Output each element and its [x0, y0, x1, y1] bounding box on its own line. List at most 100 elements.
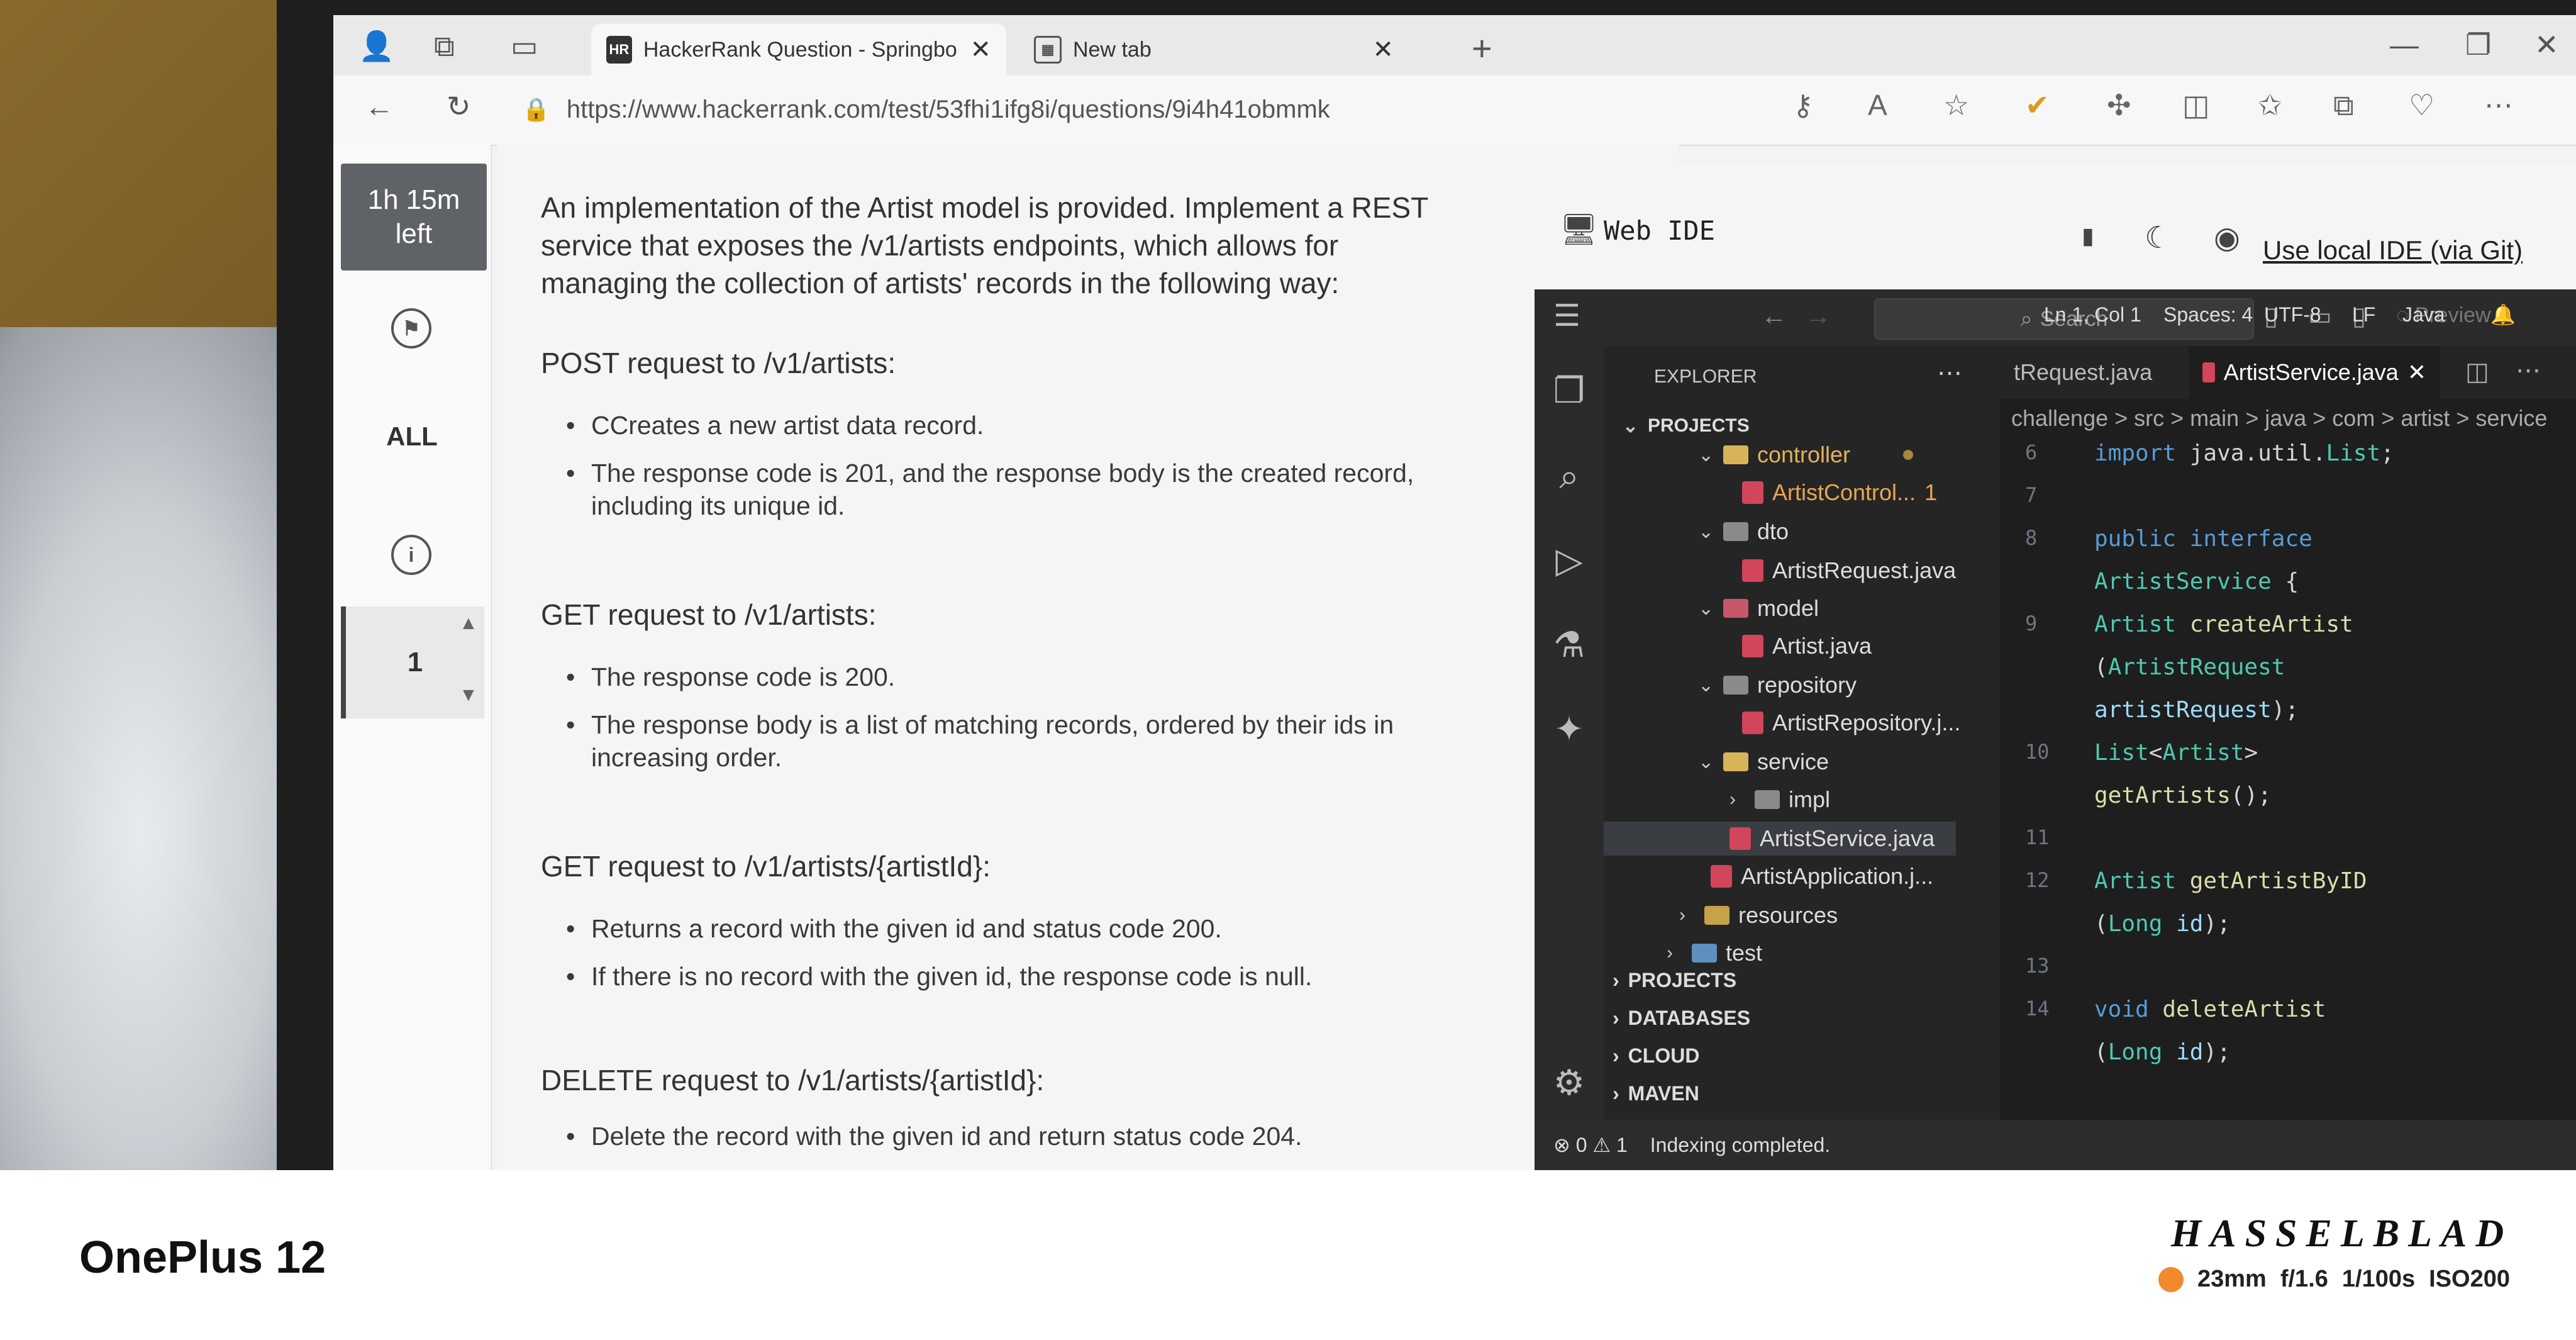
restore-icon[interactable]: ❐ — [2465, 28, 2491, 62]
back-icon[interactable]: ← — [365, 89, 394, 123]
section-list: Delete the record with the given id and … — [566, 1120, 1459, 1168]
editor-more-icon[interactable]: ⋯ — [2516, 356, 2541, 385]
folder-open-icon — [1723, 599, 1748, 618]
breadcrumb[interactable]: challenge > src > main > java > com > ar… — [2011, 405, 2547, 432]
section-projects[interactable]: › PROJECTS — [1613, 964, 1736, 997]
tree-item-repository[interactable]: ⌄ repository — [1698, 668, 1857, 702]
status-message: Indexing completed. — [1650, 1133, 1831, 1156]
tree-item-controller[interactable]: ⌄ controller — [1698, 438, 1914, 472]
editor-tab-artist-request[interactable]: tRequest.java — [2000, 346, 2182, 399]
tree-label: Artist.java — [1772, 633, 1872, 659]
tree-item-dto[interactable]: ⌄ dto — [1698, 515, 1789, 549]
close-tab-icon[interactable]: ✕ — [1372, 35, 1394, 64]
browser-essentials-icon[interactable]: ♡ — [2409, 88, 2434, 122]
line-ending[interactable]: LF — [2352, 289, 2375, 340]
refresh-icon[interactable]: ↻ — [447, 89, 471, 123]
tree-item-artist-repository[interactable]: ArtistRepository.j... — [1742, 706, 1960, 740]
chevron-down-icon: ⌄ — [1698, 598, 1714, 619]
star-icon[interactable]: ☆ — [1943, 88, 1969, 122]
tree-label: model — [1757, 595, 1819, 621]
tab-hackerrank[interactable]: HR HackerRank Question - Springbo ✕ — [591, 24, 1006, 75]
minimize-icon[interactable]: — — [2390, 28, 2419, 62]
tab-actions-icon[interactable]: ▭ — [511, 29, 538, 63]
laptop-screen: 👤 ⧉ ▭ HR HackerRank Question - Springbo … — [333, 15, 2576, 1170]
split-screen-icon[interactable]: ◫ — [2182, 88, 2209, 122]
encoding[interactable]: UTF-8 — [2264, 289, 2321, 340]
key-icon[interactable]: ⚷ — [1792, 88, 1814, 122]
flag-icon[interactable]: ⚑ — [391, 308, 431, 349]
split-editor-icon[interactable]: ◫ — [2465, 357, 2489, 386]
section-label: DATABASES — [1628, 1006, 1751, 1029]
list-item: Delete the record with the given id and … — [566, 1120, 1459, 1153]
info-icon[interactable]: i — [391, 535, 431, 575]
use-local-ide-link[interactable]: Use local IDE (via Git) — [2263, 235, 2523, 265]
menu-icon[interactable]: ☰ — [1553, 298, 1580, 333]
editor-tab-label: ArtistService.java — [2223, 359, 2399, 385]
tree-item-artist-service[interactable]: ArtistService.java — [1604, 822, 1956, 856]
cursor-position[interactable]: Ln 1, Col 1 — [2044, 289, 2141, 340]
orange-dot-icon — [2158, 1266, 2184, 1292]
tree-item-model[interactable]: ⌄ model — [1698, 591, 1819, 625]
line-number: 9 — [2025, 611, 2038, 635]
section-list: The response code is 200. The response b… — [566, 661, 1459, 789]
close-tab-icon[interactable]: ✕ — [2407, 359, 2426, 386]
tree-item-artist[interactable]: Artist.java — [1742, 629, 1872, 663]
chevron-down-icon: ⌄ — [1698, 674, 1714, 696]
tree-item-resources[interactable]: › resources — [1679, 898, 1838, 932]
favorites-icon[interactable]: ✩ — [2258, 88, 2282, 122]
run-debug-icon[interactable]: ▷ — [1547, 539, 1591, 583]
java-file-icon — [1742, 559, 1763, 582]
collections-icon[interactable]: ⧉ — [2333, 88, 2354, 123]
tree-item-impl[interactable]: › impl — [1729, 783, 1830, 817]
java-file-icon — [1742, 635, 1763, 657]
workspaces-icon[interactable]: ⧉ — [434, 29, 455, 64]
checkmark-extension-icon[interactable]: ✔ — [2025, 88, 2050, 122]
editor-tab-artist-service[interactable]: ArtistService.java ✕ — [2189, 346, 2440, 399]
new-tab-favicon-icon: ▦ — [1034, 36, 1062, 64]
nav-forward-icon[interactable]: → — [1805, 301, 1831, 331]
chevron-down-icon[interactable]: ▼ — [459, 684, 478, 706]
section-heading: GET request to /v1/artists: — [541, 598, 877, 631]
tab-new-tab[interactable]: ▦ New tab ✕ — [1019, 24, 1409, 75]
tree-item-artist-request[interactable]: ArtistRequest.java — [1742, 554, 1956, 588]
more-icon[interactable]: ⋯ — [2484, 88, 2513, 122]
section-cloud[interactable]: › CLOUD — [1613, 1039, 1699, 1072]
profile-icon[interactable]: 👤 — [358, 29, 394, 64]
tree-label: impl — [1789, 786, 1831, 812]
tree-item-artist-controller[interactable]: ArtistControl... 1 — [1742, 476, 1937, 510]
line-number: 6 — [2025, 440, 2038, 464]
close-tab-icon[interactable]: ✕ — [970, 35, 991, 64]
explorer-icon[interactable]: ❐ — [1547, 369, 1591, 413]
section-maven[interactable]: › MAVEN — [1613, 1077, 1699, 1110]
error-count: 0 — [1575, 1134, 1587, 1156]
explorer-more-icon[interactable]: ⋯ — [1937, 359, 1962, 388]
notifications-bell-icon[interactable]: 🔔 — [2490, 289, 2516, 340]
new-tab-plus-icon[interactable]: + — [1472, 28, 1492, 69]
tree-item-service[interactable]: ⌄ service — [1698, 745, 1829, 779]
extensions-icon[interactable]: ✣ — [2107, 88, 2131, 122]
code-area[interactable]: 6 import java.util.List; 7 8 public interfac… — [2000, 440, 2576, 1120]
folder-open-icon — [1723, 676, 1748, 695]
window-close-icon[interactable]: ✕ — [2534, 28, 2559, 62]
read-aloud-icon[interactable]: A — [1868, 88, 1887, 122]
url-field[interactable]: 🔒 https://www.hackerrank.com/test/53fhi1… — [522, 86, 2094, 133]
hackerrank-favicon-icon: HR — [606, 36, 632, 64]
signal-icon: ▮ — [2082, 223, 2094, 248]
tree-label: ArtistRequest.java — [1772, 557, 1957, 583]
chevron-up-icon[interactable]: ▲ — [459, 613, 478, 634]
settings-gear-icon[interactable]: ⚙ — [1547, 1061, 1591, 1105]
problems-indicator[interactable]: ⊗ 0 ⚠ 1 — [1553, 1133, 1628, 1157]
search-icon[interactable]: ⌕ — [1547, 454, 1591, 498]
nav-back-icon[interactable]: ← — [1761, 301, 1787, 331]
indentation[interactable]: Spaces: 4 — [2163, 289, 2253, 340]
lock-icon: 🔒 — [522, 96, 550, 122]
tree-item-artist-application[interactable]: ArtistApplication.j... — [1711, 859, 1933, 893]
testing-icon[interactable]: ⚗ — [1547, 623, 1591, 667]
folder-open-icon — [1723, 445, 1748, 464]
line-number: 7 — [2025, 483, 2038, 507]
language-mode[interactable]: Java — [2402, 289, 2445, 340]
section-databases[interactable]: › DATABASES — [1613, 1002, 1750, 1034]
dark-mode-icon[interactable]: ☾ — [2145, 220, 2172, 255]
all-questions-button[interactable]: ALL — [333, 422, 491, 452]
ai-sparkle-icon[interactable]: ✦ — [1547, 707, 1591, 751]
